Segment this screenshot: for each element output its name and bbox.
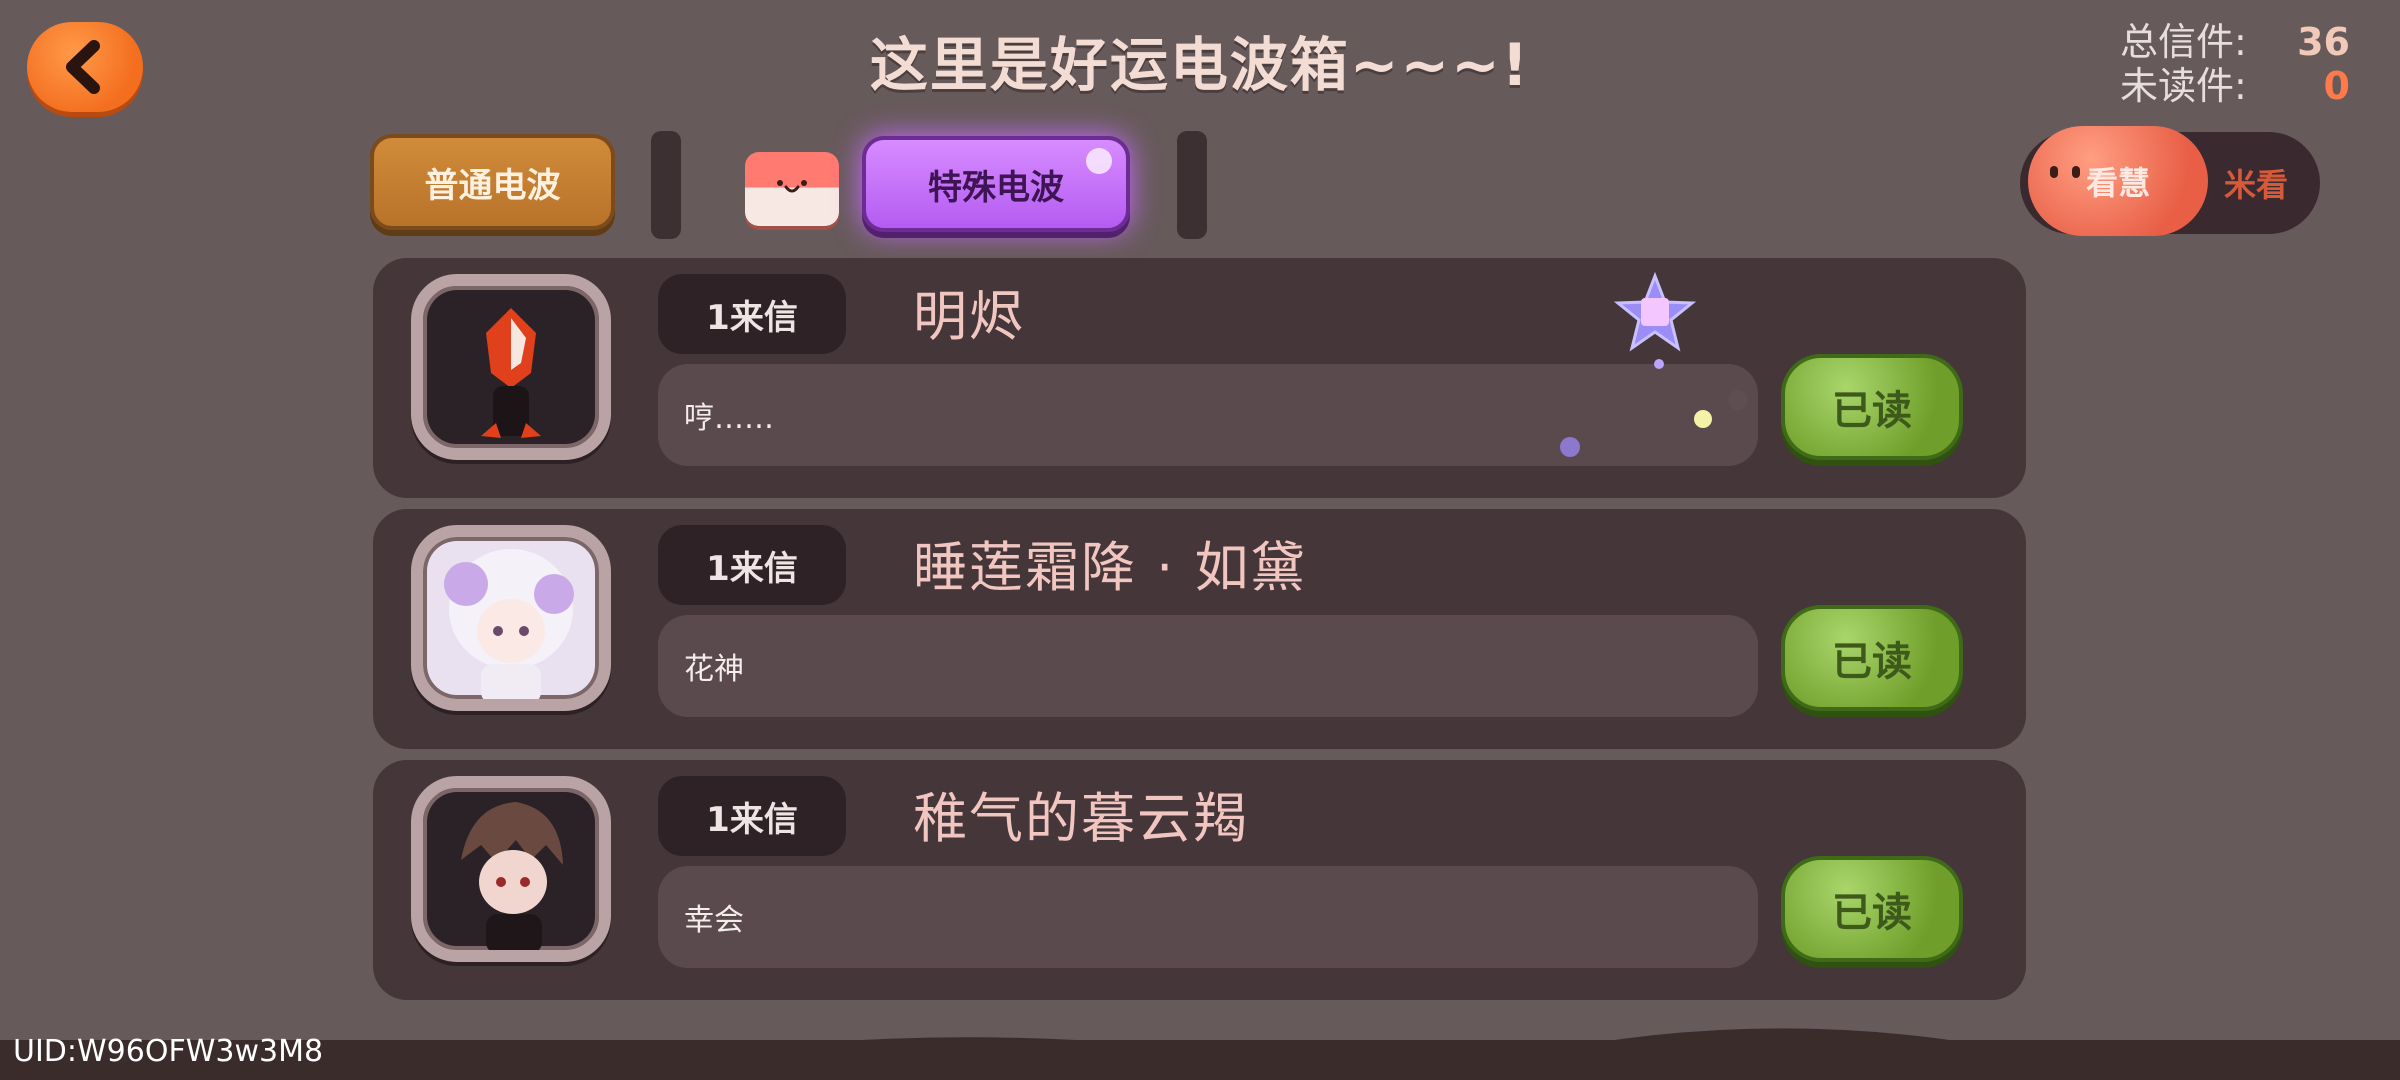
brown-hair-boy-avatar [411, 776, 611, 962]
message-text: 幸会 [684, 903, 744, 938]
message-preview[interactable]: 幸会 [658, 866, 1758, 968]
message-preview[interactable]: 花神 [658, 615, 1758, 717]
letter-count-badge: 1来信 [658, 274, 846, 354]
sparkle [1694, 410, 1712, 428]
sender-name: 稚气的暮云羯 [913, 787, 1249, 850]
message-text: 花神 [684, 652, 744, 687]
unread-mail-count: 0 [2323, 64, 2350, 108]
tab-normal-waves[interactable]: 普通电波 [370, 134, 615, 230]
toggle-knob[interactable]: 看慧 [2028, 126, 2208, 236]
sparkle [1560, 437, 1580, 457]
white-hair-girl-avatar [411, 525, 611, 711]
toggle-off-label: 米看 [2223, 166, 2288, 204]
letter-count-badge: 1来信 [658, 776, 846, 856]
dark-creature-avatar [411, 274, 611, 460]
letter-count-badge: 1来信 [658, 525, 846, 605]
total-mail-row: 总信件: 36 [2120, 20, 2350, 64]
user-id-label: UID:W96OFW3w3M8 [13, 1034, 324, 1069]
unread-mail-row: 未读件: 0 [2120, 64, 2350, 108]
message-text: 哼…… [684, 401, 774, 436]
total-mail-label: 总信件: [2120, 20, 2247, 64]
message-preview[interactable]: 哼…… [658, 364, 1758, 466]
tab-divider-left [651, 131, 681, 239]
toggle-on-label: 看慧 [2085, 164, 2150, 202]
read-button[interactable]: 已读 [1781, 605, 1963, 711]
letter-card: 1来信 睡莲霜降 · 如黛 花神 已读 [373, 509, 2026, 749]
sender-name: 明烬 [913, 285, 1025, 348]
letter-card: 1来信 明烬 哼…… 已读 [373, 258, 2026, 498]
read-button[interactable]: 已读 [1781, 856, 1963, 962]
total-mail-count: 36 [2297, 20, 2350, 64]
sender-name: 睡莲霜降 · 如黛 [913, 536, 1307, 599]
letter-card: 1来信 稚气的暮云羯 幸会 已读 [373, 760, 2026, 1000]
mail-stats: 总信件: 36 未读件: 0 [2120, 20, 2350, 108]
tab-divider-right [1177, 131, 1207, 239]
page-title: 这里是好运电波箱~~~! [869, 31, 1531, 99]
read-button[interactable]: 已读 [1781, 354, 1963, 460]
unread-mail-label: 未读件: [2120, 64, 2247, 108]
sparkle [1728, 390, 1748, 410]
star-icon [1614, 272, 1696, 352]
sparkle [1654, 359, 1664, 369]
view-toggle[interactable]: 米看 看慧 [2020, 126, 2320, 236]
envelope-icon [745, 152, 839, 226]
ground-strip [0, 1040, 2400, 1080]
tab-special-waves[interactable]: 特殊电波 [862, 136, 1130, 232]
